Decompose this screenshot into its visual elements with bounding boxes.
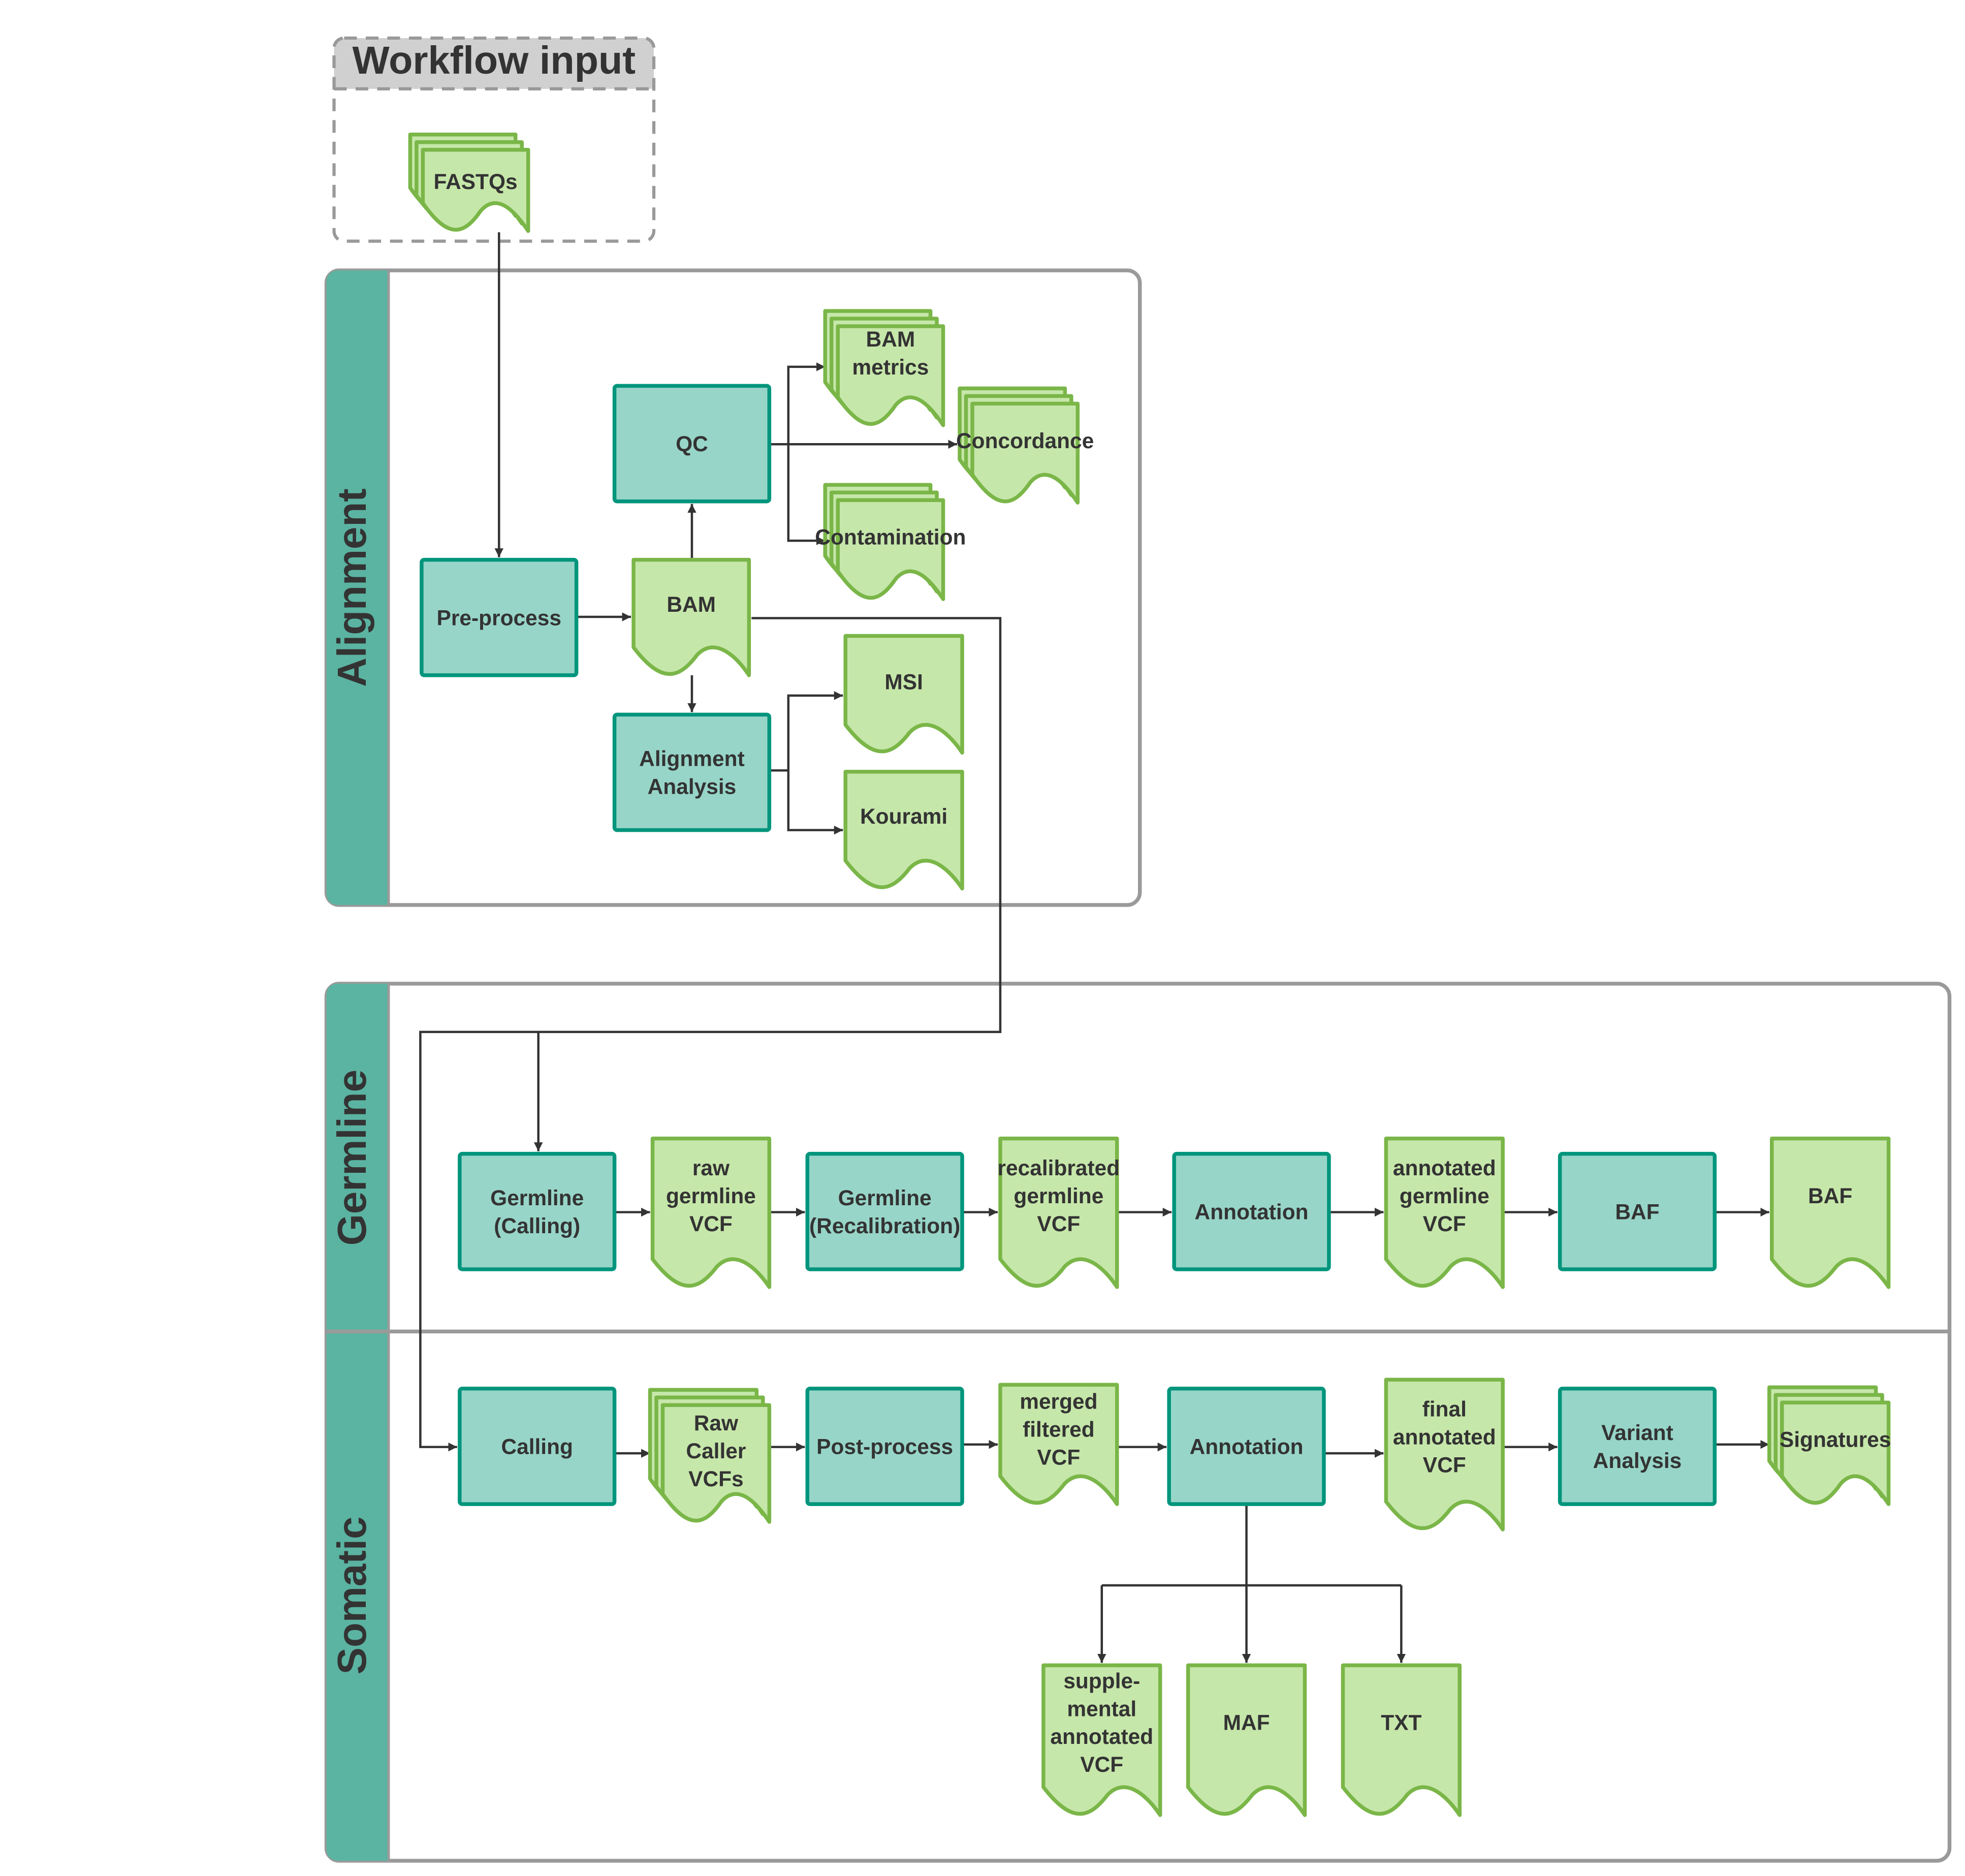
node-label-line: supple- [1063,1669,1140,1693]
signatures-doc[interactable]: Signatures [1767,1385,1891,1506]
kourami-doc[interactable]: Kourami [843,770,964,891]
msi-doc[interactable]: MSI [843,634,964,755]
node-label-line: filtered [1023,1418,1095,1442]
final-annotated-vcf-doc[interactable]: final annotated VCF [1384,1378,1505,1531]
germline-annotation-box[interactable]: Annotation [1172,1151,1331,1271]
node-label-line: VCF [1037,1212,1080,1236]
txt-doc[interactable]: TXT [1341,1663,1462,1817]
node-label-line: QC [676,432,708,456]
node-label: Signatures [1780,1428,1891,1452]
node-label-line: BAF [1808,1184,1852,1208]
node-label: Annotation [1195,1200,1309,1224]
node-label-line: Concordance [956,429,1094,453]
annotated-germline-vcf-doc[interactable]: annotated germline VCF [1384,1136,1505,1289]
node-label-line: mental [1067,1697,1136,1721]
node-label-line: Annotation [1195,1200,1309,1224]
node-label-line: Variant [1601,1421,1673,1445]
lane-title-alignment: Alignment [329,488,374,687]
preprocess-box[interactable]: Pre-process [420,557,579,677]
workflow-input-title: Workflow input [352,39,636,82]
node-label-line: MAF [1223,1711,1270,1735]
node-label-line: VCFs [688,1467,744,1491]
lane-title-germline: Germline [329,1070,374,1245]
node-label-line: annotated [1393,1156,1496,1180]
node-label-line: BAM [667,592,716,616]
node-label-line: germline [1013,1184,1103,1208]
node-label-line: merged [1020,1390,1097,1414]
node-label-line: Signatures [1780,1428,1891,1452]
node-label: Post-process [816,1434,953,1458]
node-label: Calling [501,1434,573,1458]
node-label-line: Calling [501,1434,573,1458]
node-label: BAF [1808,1184,1852,1208]
node-label: FASTQs [433,170,517,194]
node-label-line: Contamination [815,525,966,549]
node-label: TXT [1381,1711,1421,1735]
node-label-line: (Calling) [494,1214,580,1238]
node-label-line: Caller [686,1439,746,1463]
node-label: BAF [1615,1200,1659,1224]
node-label-line: final [1422,1397,1467,1421]
node-label-line: BAM [866,327,915,351]
node-label-line: Alignment [639,747,745,771]
node-label-line: TXT [1381,1711,1421,1735]
node-label-line: Analysis [648,774,737,798]
node-label: Annotation [1190,1434,1304,1458]
node-label-line: VCF [1080,1753,1123,1776]
node-label-line: Raw [694,1411,739,1435]
node-label-line: BAF [1615,1200,1659,1224]
node-label-line: VCF [689,1212,733,1236]
node-label: Pre-process [437,606,561,630]
maf-doc[interactable]: MAF [1186,1663,1307,1817]
node-label-line: recalibrated [998,1156,1120,1180]
node-label-line: germline [1400,1184,1489,1208]
somatic-calling-box[interactable]: Calling [458,1387,617,1506]
node-label-line: annotated [1050,1725,1153,1748]
raw-caller-vcfs-doc[interactable]: Raw Caller VCFs [648,1388,772,1524]
raw-germline-vcf-doc[interactable]: raw germline VCF [650,1136,772,1289]
lane-title-somatic: Somatic [329,1516,374,1674]
workflow-diagram: Workflow input Alignment Germline Somati… [324,36,1952,1863]
somatic-annotation-box[interactable]: Annotation [1167,1387,1326,1506]
node-label-line: raw [692,1156,730,1180]
fastqs-doc[interactable]: FASTQs [408,133,530,233]
node-label-line: germline [666,1184,756,1208]
node-label-line: VCF [1037,1446,1080,1469]
node-label-line: MSI [884,670,923,694]
alignment-analysis-box[interactable]: Alignment Analysis [612,712,772,832]
node-label-line: (Recalibration) [809,1214,960,1238]
qc-box[interactable]: QC [612,384,772,504]
node-label-line: Post-process [816,1434,953,1458]
node-label-line: VCF [1423,1453,1466,1477]
node-label: BAM [667,592,716,616]
node-label-line: annotated [1393,1425,1496,1449]
baf-doc[interactable]: BAF [1769,1136,1891,1289]
germline-calling-box[interactable]: Germline (Calling) [458,1151,617,1271]
node-label: QC [676,432,708,456]
node-label-line: Pre-process [437,606,561,630]
node-label: MAF [1223,1711,1270,1735]
recalibrated-germline-vcf-doc[interactable]: recalibrated germline VCF [998,1136,1120,1289]
node-label: Concordance [956,429,1094,453]
node-label-line: FASTQs [433,170,517,194]
node-label-line: Analysis [1593,1449,1682,1473]
baf-box[interactable]: BAF [1558,1151,1717,1271]
node-label-line: Germline [838,1186,932,1210]
node-label-line: Germline [490,1186,584,1210]
supplemental-annotated-vcf-doc[interactable]: supple-mental annotated VCF [1041,1663,1162,1817]
node-label-line: metrics [852,355,929,379]
postprocess-box[interactable]: Post-process [805,1387,964,1506]
node-label: Raw Caller VCFs [686,1411,746,1491]
germline-recalibration-box[interactable]: Germline (Recalibration) [805,1151,964,1271]
node-label-line: Kourami [860,804,947,828]
node-label: Kourami [860,804,947,828]
node-label: Contamination [815,525,966,549]
node-label-line: Annotation [1190,1434,1304,1458]
merged-filtered-vcf-doc[interactable]: merged filtered VCF [998,1383,1119,1506]
variant-analysis-box[interactable]: Variant Analysis [1558,1387,1717,1506]
node-label-line: VCF [1423,1212,1466,1236]
node-label: MSI [884,670,923,694]
